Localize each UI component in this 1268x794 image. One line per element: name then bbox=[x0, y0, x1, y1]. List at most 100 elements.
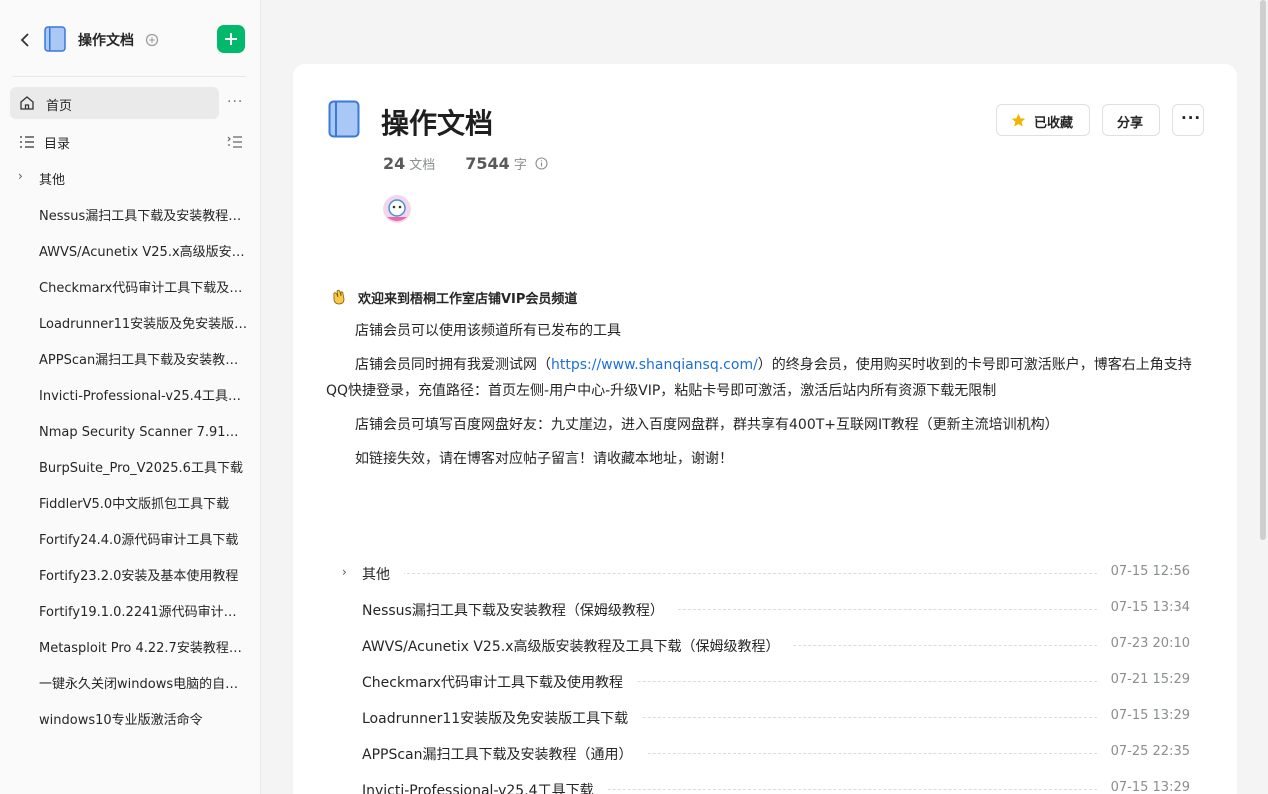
book-icon bbox=[328, 100, 360, 138]
toc-collapse-icon[interactable] bbox=[227, 134, 243, 148]
list-item[interactable]: Metasploit Pro 4.22.7安装教程及工具下载 bbox=[0, 628, 261, 664]
toc-title: AWVS/Acunetix V25.x高级版安装教程及工具下载（保姆级教程） bbox=[362, 636, 794, 656]
toc-row[interactable]: Invicti-Professional-v25.4工具下载 07-15 13:… bbox=[338, 777, 1190, 794]
list-item[interactable]: Checkmarx代码审计工具下载及使用教程 bbox=[0, 268, 261, 304]
toc-row[interactable]: › 其他 07-15 12:56 bbox=[338, 561, 1190, 597]
sidebar-item-label: Nessus漏扫工具下载及安装教程（保姆级教程） bbox=[39, 209, 249, 224]
home-icon bbox=[19, 95, 35, 111]
knowledge-base-title: 操作文档 bbox=[78, 33, 134, 49]
toc-row[interactable]: Nessus漏扫工具下载及安装教程（保姆级教程） 07-15 13:34 bbox=[338, 597, 1190, 633]
list-item[interactable]: windows10专业版激活命令 bbox=[0, 700, 261, 736]
toc-row[interactable]: APPScan漏扫工具下载及安装教程（通用） 07-25 22:35 bbox=[338, 741, 1190, 777]
sidebar: 操作文档 首页 ··· 目录 › 其他 Nessus漏扫工具下载及安装教程（保姆… bbox=[0, 0, 261, 794]
list-item[interactable]: APPScan漏扫工具下载及安装教程（通用） bbox=[0, 340, 261, 376]
sidebar-item-label: Checkmarx代码审计工具下载及使用教程 bbox=[39, 281, 249, 296]
sidebar-item-label: FiddlerV5.0中文版抓包工具下载 bbox=[39, 497, 230, 512]
chevron-left-icon[interactable] bbox=[18, 31, 34, 49]
list-item[interactable]: BurpSuite_Pro_V2025.6工具下载 bbox=[0, 448, 261, 484]
toc-title: 其他 bbox=[362, 564, 404, 584]
sidebar-item-label: Invicti-Professional-v25.4工具下载 bbox=[39, 389, 249, 404]
plus-icon bbox=[225, 33, 237, 45]
word-count: 7544 bbox=[465, 154, 510, 173]
toc-row[interactable]: Checkmarx代码审计工具下载及使用教程 07-21 15:29 bbox=[338, 669, 1190, 705]
sidebar-item-label: AWVS/Acunetix V25.x高级版安装教程及工具下载（保姆级教程） bbox=[39, 245, 249, 260]
sidebar-item-label: Nmap Security Scanner 7.91工具下载 bbox=[39, 425, 249, 440]
word-count-unit: 字 bbox=[513, 158, 527, 173]
sidebar-item-label: Metasploit Pro 4.22.7安装教程及工具下载 bbox=[39, 641, 249, 656]
sidebar-item-label: BurpSuite_Pro_V2025.6工具下载 bbox=[39, 461, 243, 476]
list-item[interactable]: Nessus漏扫工具下载及安装教程（保姆级教程） bbox=[0, 196, 261, 232]
toc-date: 07-15 12:56 bbox=[1096, 564, 1190, 579]
visibility-icon[interactable] bbox=[145, 32, 159, 47]
book-icon bbox=[44, 26, 66, 52]
intro-section: 欢迎来到梧桐工作室店铺VIP会员频道 店铺会员可以使用该频道所有已发布的工具 店… bbox=[326, 286, 1206, 472]
scrollbar[interactable] bbox=[1258, 0, 1268, 794]
intro-paragraph: 店铺会员同时拥有我爱测试网（https://www.shanqiansq.com… bbox=[326, 352, 1206, 404]
sidebar-item-label: APPScan漏扫工具下载及安装教程（通用） bbox=[39, 353, 249, 368]
intro-paragraph: 如链接失效，请在博客对应帖子留言！请收藏本地址，谢谢！ bbox=[355, 451, 733, 467]
favorite-button[interactable]: 已收藏 bbox=[996, 104, 1090, 136]
toc-date: 07-15 13:29 bbox=[1096, 708, 1190, 723]
sidebar-item-label: Fortify19.1.0.2241源代码审计工具下载 bbox=[39, 605, 249, 620]
scrollbar-thumb[interactable] bbox=[1260, 0, 1266, 540]
toc-title: APPScan漏扫工具下载及安装教程（通用） bbox=[362, 744, 647, 764]
list-item[interactable]: Fortify24.4.0源代码审计工具下载 bbox=[0, 520, 261, 556]
toc-title: Loadrunner11安装版及免安装版工具下载 bbox=[362, 708, 643, 728]
info-icon[interactable] bbox=[535, 155, 548, 170]
toc-title: Invicti-Professional-v25.4工具下载 bbox=[362, 780, 608, 794]
list-icon bbox=[19, 134, 35, 148]
doc-count: 24 bbox=[383, 154, 406, 173]
list-item[interactable]: Nmap Security Scanner 7.91工具下载 bbox=[0, 412, 261, 448]
leader-line bbox=[362, 573, 1102, 574]
paragraph-text: 店铺会员同时拥有我爱测试网（ bbox=[355, 357, 551, 373]
toc-date: 07-15 13:34 bbox=[1096, 600, 1190, 615]
sidebar-home-label: 首页 bbox=[46, 99, 73, 114]
list-item[interactable]: Fortify19.1.0.2241源代码审计工具下载 bbox=[0, 592, 261, 628]
share-button[interactable]: 分享 bbox=[1102, 104, 1160, 136]
more-icon: ··· bbox=[1181, 109, 1202, 127]
toc-row[interactable]: Loadrunner11安装版及免安装版工具下载 07-15 13:29 bbox=[338, 705, 1190, 741]
toc-date: 07-23 20:10 bbox=[1096, 636, 1190, 651]
chevron-right-icon[interactable]: › bbox=[342, 565, 347, 579]
sidebar-item-label: Fortify24.4.0源代码审计工具下载 bbox=[39, 533, 239, 548]
add-button[interactable] bbox=[217, 25, 245, 53]
sidebar-toc-label: 目录 bbox=[44, 137, 71, 152]
sidebar-item-home[interactable]: 首页 bbox=[10, 87, 219, 119]
sidebar-item-label: 其他 bbox=[39, 173, 66, 188]
intro-paragraph: 店铺会员可填写百度网盘好友：九丈崖边，进入百度网盘群，群共享有400T+互联网I… bbox=[355, 417, 1059, 433]
page-title: 操作文档 bbox=[381, 107, 494, 140]
sidebar-doc-list: › 其他 Nessus漏扫工具下载及安装教程（保姆级教程） AWVS/Acune… bbox=[0, 160, 261, 736]
list-item[interactable]: Loadrunner11安装版及免安装版工具下载 bbox=[0, 304, 261, 340]
list-item[interactable]: AWVS/Acunetix V25.x高级版安装教程及工具下载（保姆级教程） bbox=[0, 232, 261, 268]
site-link[interactable]: https://www.shanqiansq.com/ bbox=[551, 357, 758, 373]
list-item[interactable]: FiddlerV5.0中文版抓包工具下载 bbox=[0, 484, 261, 520]
chevron-right-icon[interactable]: › bbox=[18, 169, 23, 183]
list-item[interactable]: Invicti-Professional-v25.4工具下载 bbox=[0, 376, 261, 412]
more-button[interactable]: ··· bbox=[1172, 104, 1204, 136]
toc-date: 07-21 15:29 bbox=[1096, 672, 1190, 687]
doc-count-unit: 文档 bbox=[409, 158, 436, 173]
intro-heading-row: 欢迎来到梧桐工作室店铺VIP会员频道 bbox=[326, 286, 1206, 310]
avatar[interactable] bbox=[383, 195, 411, 223]
list-item[interactable]: 一键永久关闭windows电脑的自动更新 bbox=[0, 664, 261, 700]
sidebar-header: 操作文档 bbox=[0, 22, 261, 58]
toc-title: Nessus漏扫工具下载及安装教程（保姆级教程） bbox=[362, 600, 678, 620]
toc-row[interactable]: AWVS/Acunetix V25.x高级版安装教程及工具下载（保姆级教程） 0… bbox=[338, 633, 1190, 669]
sidebar-item-label: 一键永久关闭windows电脑的自动更新 bbox=[39, 677, 249, 692]
intro-paragraph: 店铺会员可以使用该频道所有已发布的工具 bbox=[355, 323, 621, 339]
favorite-label: 已收藏 bbox=[1034, 116, 1074, 131]
toc-list: › 其他 07-15 12:56 Nessus漏扫工具下载及安装教程（保姆级教程… bbox=[338, 561, 1190, 794]
sidebar-item-label: Loadrunner11安装版及免安装版工具下载 bbox=[39, 317, 249, 332]
sidebar-item-other[interactable]: › 其他 bbox=[0, 160, 261, 196]
toc-date: 07-25 22:35 bbox=[1096, 744, 1190, 759]
toc-date: 07-15 13:29 bbox=[1096, 780, 1190, 794]
sidebar-divider bbox=[12, 76, 246, 77]
toc-title: Checkmarx代码审计工具下载及使用教程 bbox=[362, 672, 637, 692]
list-item[interactable]: Fortify23.2.0安装及基本使用教程 bbox=[0, 556, 261, 592]
share-label: 分享 bbox=[1117, 116, 1144, 131]
star-icon bbox=[1011, 113, 1026, 128]
more-options-icon[interactable]: ··· bbox=[227, 94, 243, 110]
sidebar-item-label: windows10专业版激活命令 bbox=[39, 713, 203, 728]
sidebar-item-label: Fortify23.2.0安装及基本使用教程 bbox=[39, 569, 239, 584]
sidebar-item-toc[interactable]: 目录 bbox=[10, 125, 250, 157]
